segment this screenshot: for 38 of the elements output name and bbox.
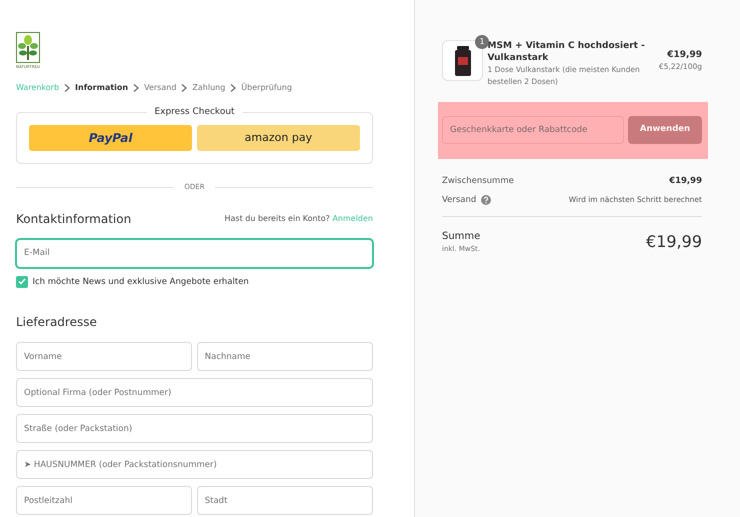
help-icon[interactable]	[480, 194, 491, 205]
chevron-icon	[230, 84, 236, 92]
total-label: Summe	[442, 230, 480, 244]
apply-button[interactable]: Anwenden	[628, 116, 702, 144]
text-field[interactable]: Nachname	[196, 342, 373, 372]
account-prompt: Hast du bereits ein Konto? Anmelden	[224, 212, 373, 224]
total-value: €19,99	[646, 231, 702, 254]
shipping-label: Versand	[442, 194, 476, 206]
section-title: Kontaktinformation	[16, 210, 132, 228]
discount-code-field[interactable]: Geschenkkarte oder Rabattcode	[442, 116, 624, 144]
breadcrumb-link[interactable]: Warenkorb	[16, 82, 60, 94]
tree-logo-icon	[16, 32, 40, 63]
breadcrumb-step: Überprüfung	[241, 82, 292, 94]
text-field[interactable]: Stadt	[196, 486, 373, 516]
paypal-button[interactable]: PayPal	[29, 125, 192, 151]
breadcrumb-step: Versand	[144, 82, 176, 94]
jar-icon	[454, 46, 470, 76]
product-title: MSM + Vitamin C hochdosiert - Vulkanstark	[488, 40, 646, 64]
email-field[interactable]: E-Mail	[16, 238, 373, 268]
text-field[interactable]: Postleitzahl	[16, 486, 192, 516]
chevron-icon	[181, 84, 188, 92]
chevron-icon	[64, 84, 70, 92]
text-field[interactable]: ➤ HAUSNUMMER (oder Packstationsnummer)	[16, 450, 373, 480]
newsletter-checkbox[interactable]	[16, 276, 28, 288]
breadcrumb-step: Information	[75, 82, 128, 94]
login-link[interactable]: Anmelden	[332, 214, 373, 222]
chevron-icon	[133, 84, 140, 92]
subtotal-label: Zwischensumme	[442, 174, 514, 188]
quantity-badge: 1	[475, 35, 489, 49]
text-field[interactable]: Optional Firma (oder Postnummer)	[16, 378, 373, 408]
breadcrumb-step: Zahlung	[192, 82, 226, 94]
text-field[interactable]: Vorname	[16, 342, 192, 372]
newsletter-label: Ich möchte News und exklusive Angebote erhalten	[32, 276, 249, 288]
section-title: Lieferadresse	[16, 314, 98, 332]
amazon-pay-button[interactable]: amazon pay	[196, 125, 360, 151]
product-price: €19,99	[666, 49, 702, 62]
subtotal-value: €19,99	[669, 174, 702, 188]
text-field[interactable]: Straße (oder Packstation)	[16, 414, 373, 444]
